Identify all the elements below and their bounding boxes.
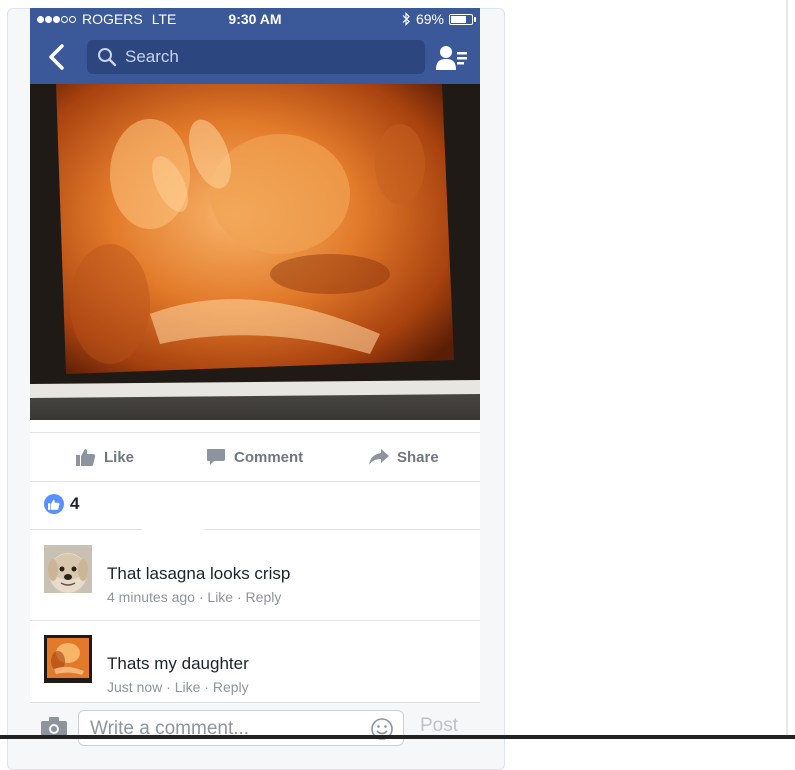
post-button[interactable]: Post bbox=[420, 715, 458, 737]
search-bar[interactable] bbox=[87, 40, 425, 74]
like-button[interactable]: Like bbox=[76, 448, 134, 466]
friend-requests-icon[interactable] bbox=[435, 44, 469, 72]
share-arrow-icon bbox=[369, 449, 389, 465]
comment-meta: 4 minutes ago · Like · Reply bbox=[107, 589, 282, 605]
search-input[interactable] bbox=[123, 46, 417, 68]
nav-bar bbox=[30, 30, 480, 84]
share-label: Share bbox=[397, 448, 439, 466]
comment-like-link[interactable]: Like bbox=[207, 589, 233, 605]
bluetooth-icon bbox=[402, 12, 410, 26]
search-icon bbox=[98, 48, 117, 67]
battery-percent: 69% bbox=[415, 11, 444, 27]
divider bbox=[30, 529, 142, 530]
comment-text: That lasagna looks crisp bbox=[107, 564, 291, 583]
dog-avatar-icon bbox=[44, 545, 92, 593]
comment-label: Comment bbox=[234, 448, 304, 466]
like-count-value: 4 bbox=[70, 494, 80, 513]
comment-button[interactable]: Comment bbox=[206, 448, 303, 466]
status-bar: ROGERS LTE 9:30 AM 69% bbox=[30, 8, 480, 30]
like-label: Like bbox=[104, 448, 135, 466]
ultrasound-image bbox=[30, 84, 480, 420]
like-reaction-icon bbox=[44, 494, 64, 514]
ultrasound-avatar-icon bbox=[44, 635, 92, 683]
divider bbox=[30, 620, 480, 621]
comment-text: Thats my daughter bbox=[107, 654, 249, 673]
battery-icon bbox=[449, 13, 476, 25]
comment-reply-link[interactable]: Reply bbox=[213, 679, 249, 695]
comment-bubble-icon bbox=[207, 449, 225, 465]
post-actions-bar: Like Comment Share bbox=[30, 432, 480, 482]
comment-input-box[interactable] bbox=[78, 710, 404, 746]
commenter-avatar[interactable] bbox=[44, 545, 92, 593]
comment-meta: Just now · Like · Reply bbox=[107, 679, 249, 695]
commenter-avatar[interactable] bbox=[44, 635, 92, 683]
divider bbox=[204, 529, 480, 530]
thumbs-up-icon bbox=[76, 449, 96, 466]
like-count[interactable]: 4 bbox=[44, 494, 79, 514]
comment-reply-link[interactable]: Reply bbox=[246, 589, 282, 605]
back-arrow-icon[interactable] bbox=[44, 42, 70, 72]
comment-time: 4 minutes ago bbox=[107, 589, 195, 605]
divider bbox=[786, 0, 788, 739]
comment-like-link[interactable]: Like bbox=[175, 679, 201, 695]
share-button[interactable]: Share bbox=[369, 448, 439, 466]
comment-time: Just now bbox=[107, 679, 163, 695]
post-photo-ultrasound[interactable] bbox=[30, 84, 480, 420]
divider bbox=[0, 735, 795, 739]
phone-screen: ROGERS LTE 9:30 AM 69% Search Like Comme… bbox=[30, 8, 480, 768]
